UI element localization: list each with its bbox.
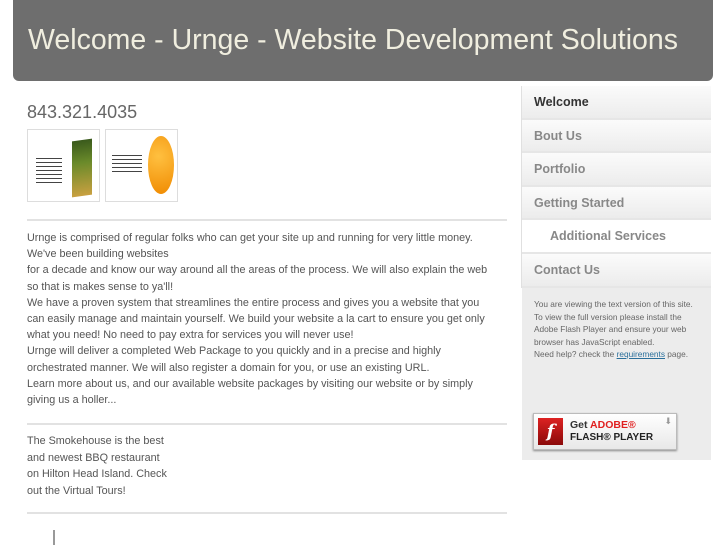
- nav-item-getting-started[interactable]: Getting Started: [522, 186, 711, 221]
- phone-number: 843.321.4035: [27, 102, 138, 122]
- smokehouse-blurb: The Smokehouse is the best and newest BBQ…: [27, 435, 167, 497]
- decorative-mark: [53, 530, 55, 545]
- page-title: Welcome - Urnge - Website Development So…: [28, 24, 678, 56]
- flash-logo-icon: f: [538, 418, 563, 445]
- sidebar-nav: Welcome Bout Us Portfolio Getting Starte…: [521, 86, 711, 288]
- nav-item-welcome[interactable]: Welcome: [522, 86, 711, 120]
- divider: [27, 423, 507, 425]
- portfolio-thumbnail-smokehouse[interactable]: [27, 129, 100, 202]
- divider: [27, 219, 507, 221]
- portfolio-thumbnail-urnge[interactable]: [105, 129, 178, 202]
- download-arrow-icon: ⬇: [664, 416, 672, 426]
- nav-item-additional-services[interactable]: Additional Services: [522, 220, 711, 254]
- divider: [27, 512, 507, 514]
- intro-text: Urnge is comprised of regular folks who …: [27, 232, 488, 407]
- nav-item-portfolio[interactable]: Portfolio: [522, 153, 711, 187]
- nav-item-bout-us[interactable]: Bout Us: [522, 119, 711, 154]
- nav-item-contact-us[interactable]: Contact Us: [522, 253, 711, 288]
- requirements-link[interactable]: requirements: [617, 349, 665, 359]
- get-flash-player-button[interactable]: f Get ADOBE® FLASH® PLAYER ⬇: [533, 413, 677, 450]
- header-banner: Welcome - Urnge - Website Development So…: [13, 0, 713, 81]
